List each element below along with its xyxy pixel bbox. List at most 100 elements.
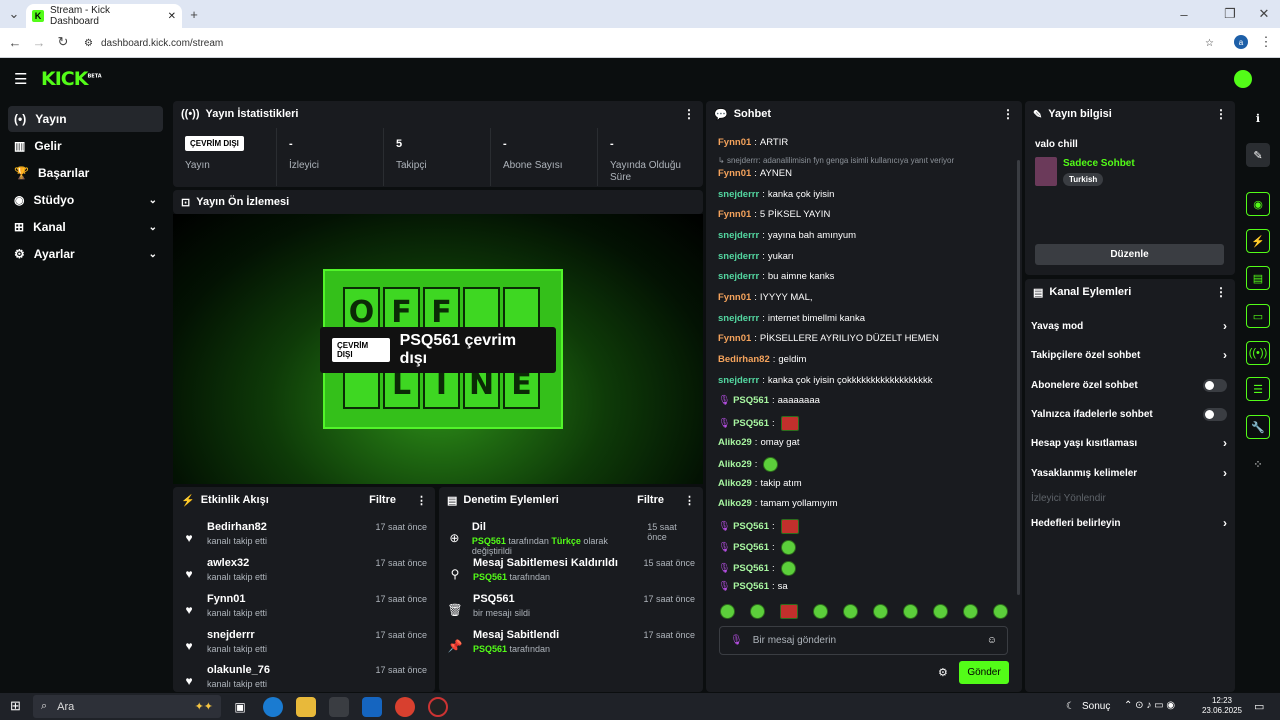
sidebar-item-ayarlar[interactable]: ⚙ Ayarlar ⌄ (8, 241, 163, 267)
windows-start-icon[interactable]: ⊞ (10, 698, 21, 714)
chat-username[interactable]: snejderrr (718, 251, 759, 262)
more-options-icon[interactable]: ⋮ (1215, 107, 1227, 121)
outlook-icon[interactable] (362, 697, 382, 717)
close-window-icon[interactable]: ✕ (1256, 6, 1272, 22)
chat-username[interactable]: PSQ561 (733, 542, 769, 553)
more-options-icon[interactable]: ⋮ (683, 107, 695, 121)
chat-username[interactable]: PSQ561 (733, 418, 769, 429)
emote-icon[interactable] (993, 604, 1008, 619)
camera-icon[interactable]: ◉ (1246, 192, 1270, 216)
document-icon[interactable]: ▤ (1246, 266, 1270, 290)
kick-logo[interactable]: KICKBETA (41, 68, 102, 90)
action-slow-mode[interactable]: Yavaş mod › (1031, 316, 1227, 336)
emote-icon[interactable] (873, 604, 888, 619)
taskbar-search[interactable]: ⌕ Ara ✦✦ (33, 695, 221, 718)
action-emotes-only[interactable]: Yalnızca ifadelerle sohbet (1031, 404, 1227, 424)
action-goals[interactable]: Hedefleri belirleyin › (1031, 513, 1227, 533)
more-options-icon[interactable]: ⋮ (416, 494, 427, 507)
forward-icon[interactable]: → (31, 34, 47, 50)
url-field[interactable]: ⚙ dashboard.kick.com/stream ☆ (84, 34, 1214, 52)
wrench-icon[interactable]: 🔧 (1246, 415, 1270, 439)
browser-menu-icon[interactable]: ⋮ (1258, 34, 1274, 50)
chat-username[interactable]: Fynn01 (718, 333, 751, 344)
edit-button[interactable]: Düzenle (1035, 244, 1224, 265)
emote-icon[interactable] (720, 604, 735, 619)
chat-username[interactable]: Fynn01 (718, 137, 751, 148)
chat-username[interactable]: Fynn01 (718, 168, 751, 179)
profile-avatar[interactable]: a (1234, 35, 1248, 49)
sidebar-item-yayin[interactable]: (•) Yayın (8, 106, 163, 132)
file-explorer-icon[interactable] (296, 697, 316, 717)
sidebar-item-kanal[interactable]: ⊞ Kanal ⌄ (8, 214, 163, 240)
chat-username[interactable]: Fynn01 (718, 292, 751, 303)
chat-username[interactable]: Aliko29 (718, 478, 752, 489)
minimize-icon[interactable]: – (1176, 6, 1192, 22)
store-icon[interactable] (329, 697, 349, 717)
notification-icon[interactable]: ▭ (1254, 700, 1264, 713)
emote-icon[interactable] (843, 604, 858, 619)
obs-icon[interactable] (428, 697, 448, 717)
chat-username[interactable]: snejderrr (718, 189, 759, 200)
tab-menu-icon[interactable]: ⌄ (6, 6, 22, 22)
chat-username[interactable]: Aliko29 (718, 459, 752, 470)
new-tab-icon[interactable]: + (186, 6, 202, 22)
chat-username[interactable]: PSQ561 (733, 395, 769, 406)
chat-username[interactable]: snejderrr (718, 271, 759, 282)
chat-username[interactable]: Bedirhan82 (718, 354, 770, 365)
weather-icon[interactable]: ☾ (1066, 701, 1075, 712)
back-icon[interactable]: ← (7, 34, 23, 50)
action-followers-only[interactable]: Takipçilere özel sohbet › (1031, 345, 1227, 365)
emote-icon[interactable] (813, 604, 828, 619)
chat-username[interactable]: PSQ561 (733, 521, 769, 532)
edge-icon[interactable] (263, 697, 283, 717)
sidebar-item-basarilar[interactable]: 🏆 Başarılar (8, 160, 163, 186)
more-options-icon[interactable]: ⋮ (1002, 107, 1014, 121)
emote-icon[interactable] (933, 604, 948, 619)
tray-icons[interactable]: ⌃ ⊙ ♪ ▭ ◉ (1124, 700, 1175, 711)
chat-scrollbar[interactable] (1017, 160, 1020, 595)
chat-username[interactable]: snejderrr (718, 313, 759, 324)
layout-icon[interactable]: ☰ (1246, 377, 1270, 401)
chat-username[interactable]: PSQ561 (733, 581, 769, 592)
toggle-switch[interactable] (1203, 378, 1227, 392)
site-info-icon[interactable]: ⚙ (84, 38, 93, 49)
chat-username[interactable]: snejderrr (718, 230, 759, 241)
close-tab-icon[interactable]: ✕ (168, 11, 176, 22)
emote-icon[interactable] (963, 604, 978, 619)
sidebar-item-studyo[interactable]: ◉ Stüdyo ⌄ (8, 187, 163, 213)
emote-icon[interactable] (780, 604, 798, 619)
browser-tab[interactable]: K Stream - Kick Dashboard ✕ (26, 4, 182, 28)
user-avatar[interactable] (1234, 70, 1252, 88)
emote-icon[interactable] (903, 604, 918, 619)
chat-settings-icon[interactable]: ⚙ (938, 666, 948, 679)
filter-button[interactable]: Filtre (637, 494, 664, 506)
chat-username[interactable]: snejderrr (718, 375, 759, 386)
category-link[interactable]: Sadece Sohbet (1063, 158, 1135, 169)
edit-pencil-icon[interactable]: ✎ (1246, 143, 1270, 167)
broadcast-icon[interactable]: ((•)) (1246, 341, 1270, 365)
restore-icon[interactable]: ❐ (1222, 6, 1238, 22)
sidebar-item-gelir[interactable]: ▥ Gelir (8, 133, 163, 159)
reload-icon[interactable]: ↻ (55, 34, 71, 50)
bookmark-star-icon[interactable]: ☆ (1205, 38, 1214, 49)
emoji-picker-icon[interactable]: ☺ (987, 635, 997, 646)
filter-button[interactable]: Filtre (369, 494, 396, 506)
lightning-icon[interactable]: ⚡ (1246, 229, 1270, 253)
chat-input[interactable]: 🎙 Bir mesaj gönderin ☺ (719, 626, 1008, 655)
chat-bubble-icon[interactable]: ▭ (1246, 304, 1270, 328)
hamburger-menu-icon[interactable]: ☰ (14, 70, 27, 88)
weather-text[interactable]: Sonuç (1082, 701, 1110, 712)
action-subscribers-only[interactable]: Abonelere özel sohbet (1031, 375, 1227, 395)
more-options-icon[interactable]: ⋮ (684, 494, 695, 507)
more-options-icon[interactable]: ⋮ (1215, 285, 1227, 299)
task-view-icon[interactable]: ▣ (230, 697, 250, 717)
action-account-age[interactable]: Hesap yaşı kısıtlaması › (1031, 433, 1227, 453)
toggle-switch[interactable] (1203, 407, 1227, 421)
chat-username[interactable]: PSQ561 (733, 563, 769, 574)
action-banned-words[interactable]: Yasaklanmış kelimeler › (1031, 463, 1227, 483)
chat-username[interactable]: Aliko29 (718, 498, 752, 509)
chat-username[interactable]: Aliko29 (718, 437, 752, 448)
widgets-icon[interactable]: ⁘ (1246, 452, 1270, 476)
clock[interactable]: 12:23 23.06.2025 (1198, 696, 1246, 716)
emote-icon[interactable] (750, 604, 765, 619)
